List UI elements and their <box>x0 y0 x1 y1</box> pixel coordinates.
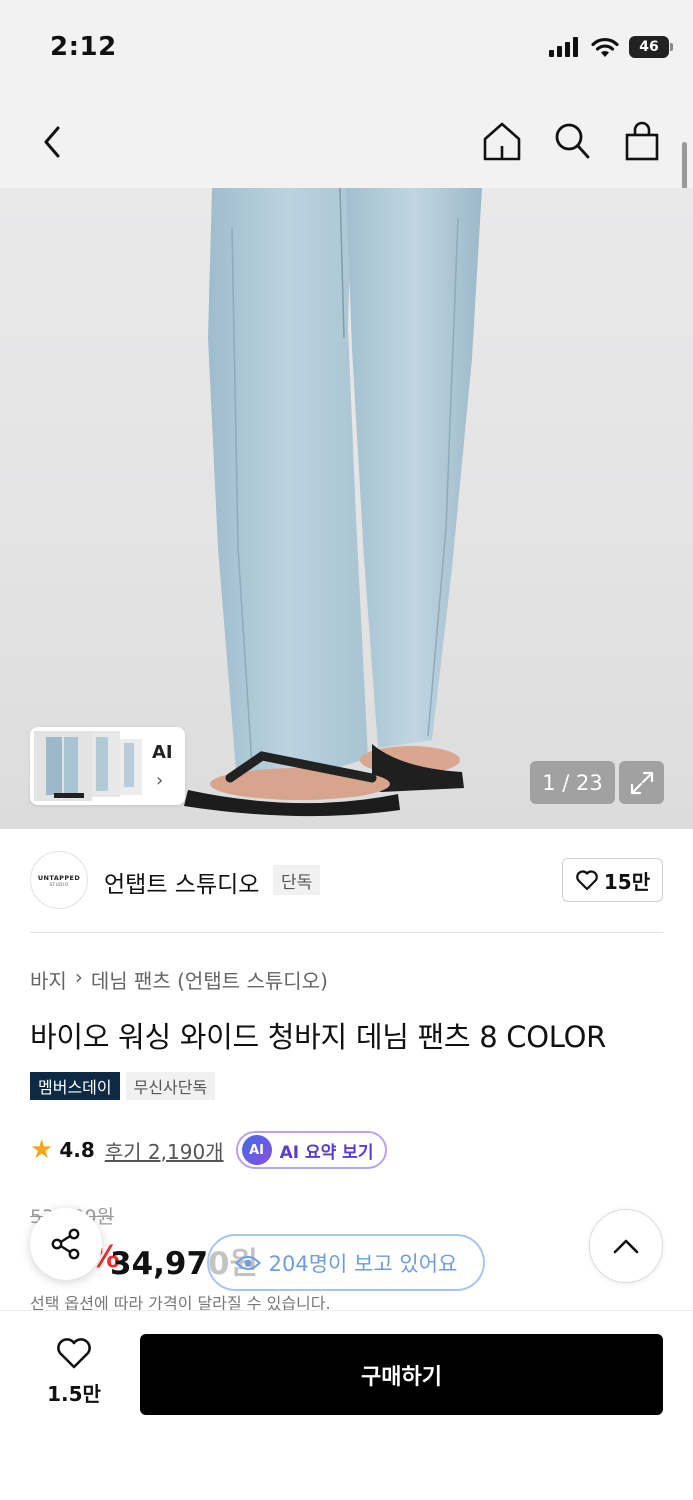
shopping-bag-icon <box>625 121 659 161</box>
ai-label: AI <box>152 742 173 763</box>
wishlist-count: 1.5만 <box>47 1382 101 1406</box>
wifi-icon <box>591 37 619 57</box>
home-button[interactable] <box>481 118 523 164</box>
battery-icon: 46 <box>629 36 673 58</box>
brand-logo-subtext: STUDIO <box>49 881 69 887</box>
status-time: 2:12 <box>50 32 117 62</box>
ai-summary-label: AI 요약 보기 <box>279 1142 374 1163</box>
share-icon <box>51 1228 80 1260</box>
home-icon <box>483 122 521 161</box>
rating-row: ★ 4.8 후기 2,190개 AI AI 요약 보기 <box>30 1131 388 1169</box>
share-button[interactable] <box>30 1208 102 1280</box>
buy-button[interactable]: 구매하기 <box>140 1334 663 1415</box>
brand-logo-text: UNTAPPED <box>37 873 81 882</box>
signal-icon <box>549 37 578 57</box>
star-icon: ★ <box>30 1135 54 1165</box>
image-counter: 1 / 23 <box>530 761 615 804</box>
back-button[interactable] <box>36 118 72 166</box>
nav-actions <box>481 118 663 164</box>
rating-score: 4.8 <box>59 1138 95 1162</box>
status-icons: 46 <box>549 36 673 58</box>
chevron-right-icon: › <box>156 770 164 791</box>
product-title: 바이오 워싱 와이드 청바지 데님 팬츠 8 COLOR <box>30 1020 606 1054</box>
nav-bar <box>0 96 693 188</box>
reviews-link[interactable]: 후기 2,190개 <box>105 1136 224 1165</box>
divider <box>30 932 663 933</box>
ai-thumbnail-card[interactable] <box>30 727 185 805</box>
viewers-pill: 204명이 보고 있어요 <box>207 1234 485 1291</box>
search-button[interactable] <box>551 118 593 164</box>
exclusive-badge: 단독 <box>273 865 321 895</box>
breadcrumb: 바지 › 데님 팬츠 (언탭트 스튜디오) <box>30 965 328 994</box>
tag-member-day: 멤버스데이 <box>30 1072 120 1100</box>
heart-icon <box>576 870 598 891</box>
eye-icon <box>234 1255 261 1270</box>
thumbnail-images <box>34 731 142 801</box>
ai-badge-icon: AI <box>241 1135 272 1165</box>
status-bar: 2:12 46 <box>0 0 693 96</box>
expand-icon <box>630 771 653 794</box>
cart-button[interactable] <box>621 118 663 164</box>
product-tags: 멤버스데이 무신사단독 <box>30 1072 216 1100</box>
breadcrumb-subcategory[interactable]: 데님 팬츠 (언탭트 스튜디오) <box>91 965 328 994</box>
tag-musinsa-exclusive: 무신사단독 <box>125 1072 216 1100</box>
brand-name[interactable]: 언탭트 스튜디오 <box>104 865 259 899</box>
heart-icon <box>57 1338 91 1369</box>
chevron-up-icon <box>613 1239 639 1254</box>
breadcrumb-separator: › <box>74 965 83 989</box>
chevron-left-icon <box>44 126 60 158</box>
brand-like-button[interactable]: 15만 <box>562 858 663 902</box>
search-icon <box>555 123 590 159</box>
breadcrumb-category[interactable]: 바지 <box>30 965 67 994</box>
scroll-top-button[interactable] <box>589 1209 663 1283</box>
brand-like-count: 15만 <box>603 869 651 894</box>
expand-button[interactable] <box>619 761 664 804</box>
ai-summary-button[interactable]: AI AI 요약 보기 <box>235 1131 388 1169</box>
wishlist-button[interactable]: 1.5만 <box>38 1336 110 1407</box>
viewers-text: 204명이 보고 있어요 <box>268 1251 458 1276</box>
brand-logo[interactable]: UNTAPPED STUDIO <box>30 851 88 909</box>
